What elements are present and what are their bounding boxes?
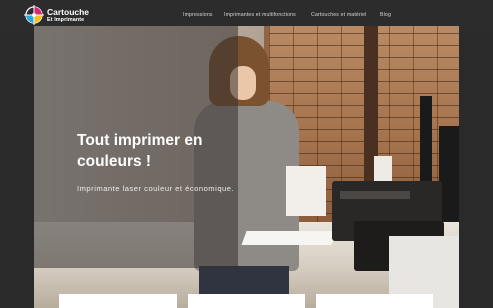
nav-item-imprimantes[interactable]: Imprimantes et multifonctions	[224, 12, 296, 20]
feature-card-3[interactable]	[316, 294, 433, 308]
logo-icon[interactable]	[24, 5, 44, 25]
nav-item-blog[interactable]: Blog	[380, 12, 391, 20]
hero-title: Tout imprimer en couleurs !	[77, 132, 203, 170]
nav-item-cartouches[interactable]: Cartouches et matériel	[311, 12, 367, 20]
feature-card-2[interactable]	[188, 294, 305, 308]
hero-subtitle: Imprimante laser couleur et économique.	[77, 184, 235, 193]
hero-monitor	[420, 96, 432, 186]
logo-subtitle[interactable]: Et Imprimante	[47, 17, 84, 23]
feature-card-1[interactable]	[59, 294, 177, 308]
hero-paper-sheet	[241, 231, 337, 245]
logo-title[interactable]: Cartouche	[47, 8, 89, 17]
hero-paper	[374, 156, 392, 184]
nav-item-impressions[interactable]: Impressions	[183, 12, 213, 20]
hero-printer-slot	[340, 191, 410, 199]
hero-paper-stack	[286, 166, 326, 216]
